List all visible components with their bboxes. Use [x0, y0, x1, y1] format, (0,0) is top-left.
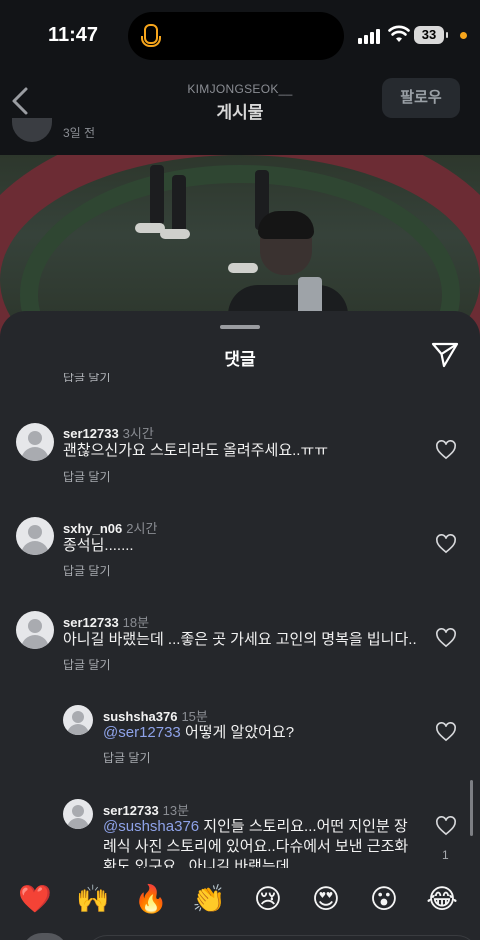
like-count: 1	[442, 848, 449, 862]
avatar[interactable]	[16, 517, 54, 555]
comment-meta: sxhy_n06 2시간	[63, 518, 157, 537]
emoji-laughing[interactable]: 😂	[424, 881, 460, 917]
emoji-heart-eyes[interactable]: 😍	[308, 881, 344, 917]
reply-item: ser12733 13분 @sushsha376 지인들 스토리요...어떤 지인…	[0, 798, 480, 868]
reply-link[interactable]: 답글 달기	[63, 656, 111, 673]
heart-icon[interactable]	[435, 628, 457, 648]
post-author-row: 3일 전	[0, 118, 480, 156]
avatar[interactable]	[63, 799, 93, 829]
mention-link[interactable]: @sushsha376	[103, 818, 199, 835]
comment-meta: ser12733 3시간	[63, 423, 154, 442]
current-user-avatar	[22, 933, 68, 940]
comment-text: 괜찮으신가요 스토리라도 올려주세요..ㅠㅠ	[63, 442, 329, 459]
photo-legs	[172, 175, 186, 235]
emoji-reaction-bar: ❤️ 🙌 🔥 👏 😢 😍 😮 😂	[0, 871, 480, 927]
comments-sheet: 댓글 답글 달기 ser12733 3시간 괜찮으신가요 스토리라도 올려주세요.…	[0, 311, 480, 940]
emoji-crying[interactable]: 😢	[250, 881, 286, 917]
share-send-icon[interactable]	[430, 341, 460, 369]
avatar[interactable]	[16, 611, 54, 649]
comment-username[interactable]: ser12733	[103, 803, 159, 818]
emoji-fire[interactable]: 🔥	[133, 881, 169, 917]
dynamic-island	[128, 12, 344, 60]
heart-icon[interactable]	[435, 534, 457, 554]
mention-link[interactable]: @ser12733	[103, 724, 181, 741]
post-date: 3일 전	[63, 126, 96, 140]
reply-link[interactable]: 답글 달기	[63, 562, 111, 579]
avatar[interactable]	[63, 705, 93, 735]
comment-time: 13분	[162, 803, 190, 818]
comment-text: @sushsha376 지인들 스토리요...어떤 지인분 장례식 사진 스토리…	[103, 818, 409, 868]
comment-time: 2시간	[126, 521, 158, 536]
comment-time: 3시간	[122, 426, 154, 441]
photo-shoe	[160, 229, 190, 239]
emoji-heart[interactable]: ❤️	[17, 881, 53, 917]
comment-time: 15분	[181, 709, 208, 724]
comment-username[interactable]: sxhy_n06	[63, 521, 122, 536]
photo-legs	[150, 165, 164, 225]
comment-username[interactable]: sushsha376	[103, 709, 177, 724]
sheet-drag-handle[interactable]	[220, 325, 260, 329]
microphone-icon	[141, 24, 161, 47]
status-bar: 11:47 33	[0, 0, 480, 72]
post-header: KIMJONGSEOK__ 게시물 팔로우 3일 전	[0, 72, 480, 156]
reply-link[interactable]: 답글 달기	[103, 749, 151, 766]
heart-icon[interactable]	[435, 440, 457, 460]
heart-icon[interactable]	[435, 816, 457, 836]
reply-link-partial[interactable]: 답글 달기	[63, 373, 111, 382]
comment-text: @ser12733 어떻게 알았어요?	[103, 724, 295, 741]
scrollbar[interactable]	[470, 780, 473, 836]
comment-meta: ser12733 18분	[63, 612, 149, 631]
heart-icon[interactable]	[435, 722, 457, 742]
cellular-signal-icon	[358, 28, 382, 44]
comment-username[interactable]: ser12733	[63, 615, 119, 630]
comment-time: 18분	[122, 615, 150, 630]
battery-icon: 33	[414, 26, 448, 44]
reply-link[interactable]: 답글 달기	[63, 468, 111, 485]
comment-username[interactable]: ser12733	[63, 426, 119, 441]
clock: 11:47	[48, 24, 99, 46]
emoji-surprised[interactable]: 😮	[366, 881, 402, 917]
privacy-indicator-dot	[460, 32, 467, 39]
emoji-clapping[interactable]: 👏	[191, 881, 227, 917]
emoji-raised-hands[interactable]: 🙌	[75, 881, 111, 917]
sheet-title: 댓글	[224, 350, 256, 369]
wifi-icon	[388, 25, 410, 42]
comment-text: 종석님.......	[63, 537, 134, 554]
post-author-avatar[interactable]	[12, 118, 52, 142]
comment-input[interactable]	[86, 935, 478, 940]
follow-button[interactable]: 팔로우	[382, 78, 460, 118]
avatar[interactable]	[16, 423, 54, 461]
comment-text: 아니길 바랬는데 ...좋은 곳 가세요 고인의 명복을 빕니다..	[63, 631, 417, 648]
